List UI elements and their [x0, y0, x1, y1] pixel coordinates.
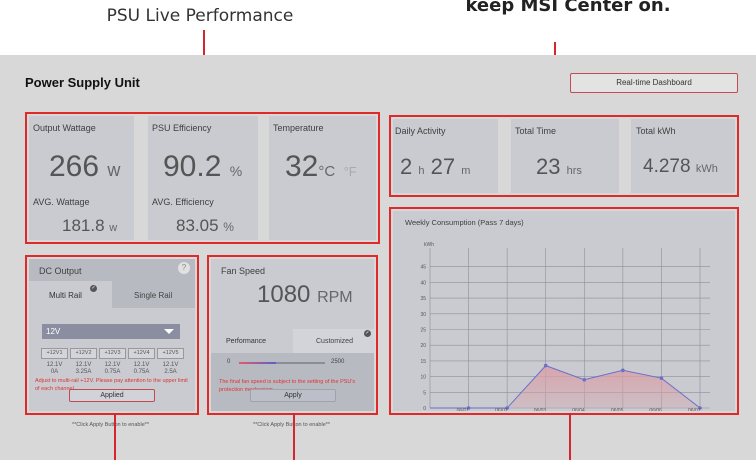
- total-kwh-card: Total kWh 4.278 kWh: [631, 119, 735, 193]
- fan-speed-slider-fill: [239, 362, 277, 364]
- output-wattage-label: Output Wattage: [33, 123, 96, 133]
- rail-current: 0.75A: [104, 369, 121, 375]
- series-area: [430, 365, 700, 408]
- y-tick-label: 15: [420, 359, 426, 365]
- avg-wattage-label: AVG. Wattage: [33, 197, 90, 207]
- x-tick-label: 06/02: [495, 408, 508, 411]
- fan-speed-value: 1080 RPM: [257, 281, 353, 308]
- y-tick-label: 20: [420, 343, 426, 349]
- rail-select[interactable]: 12V: [42, 324, 180, 339]
- temperature-value: 32°C °F: [285, 150, 357, 183]
- temperature-card: Temperature 32°C °F: [269, 116, 376, 240]
- rail-button[interactable]: +12V2: [70, 348, 97, 359]
- check-icon: ✓: [364, 330, 371, 337]
- rail-current: 3.25A: [75, 369, 92, 375]
- output-wattage-card: Output Wattage 266 w AVG. Wattage 181.8 …: [29, 116, 134, 240]
- rail-voltage: 12.1V: [133, 362, 150, 368]
- y-tick-label: 5: [423, 390, 426, 396]
- total-kwh-label: Total kWh: [636, 126, 676, 136]
- callout-live-performance: PSU Live Performance: [106, 6, 294, 26]
- daily-activity-label: Daily Activity: [395, 126, 446, 136]
- temperature-label: Temperature: [273, 123, 324, 133]
- tab-single-rail[interactable]: Single Rail: [112, 281, 195, 308]
- total-time-label: Total Time: [515, 126, 557, 136]
- rail-voltage: 12.1V: [46, 362, 63, 368]
- psu-efficiency-card: PSU Efficiency 90.2 % AVG. Efficiency 83…: [148, 116, 258, 240]
- x-tick-label: 06/07: [688, 408, 701, 411]
- y-tick-label: 40: [420, 280, 426, 286]
- x-tick-label: 06/01: [457, 408, 470, 411]
- data-point-06/05: [621, 368, 625, 373]
- weekly-consumption-chart: 0 5 10 15 20 25 30 35 40 45 kWh 06/01 06/02 06/03 06/0…: [420, 242, 710, 411]
- data-point-06/03: [543, 363, 548, 368]
- y-tick-label: 10: [420, 375, 426, 381]
- fan-speed-slider[interactable]: [239, 362, 325, 364]
- y-tick-label: 25: [420, 328, 426, 334]
- help-icon[interactable]: ?: [178, 262, 190, 274]
- rail-voltage: 12.1V: [104, 362, 121, 368]
- rail-current: 2.5A: [164, 369, 177, 375]
- x-tick-label: 06/03: [534, 408, 547, 411]
- rail-button[interactable]: +12V4: [128, 348, 155, 359]
- tab-customized-label: Customized: [316, 338, 353, 345]
- rail-button[interactable]: +12V1: [41, 348, 68, 359]
- daily-activity-value: 2 h 27 m: [400, 154, 471, 179]
- x-tick-label: 06/04: [572, 408, 585, 411]
- y-tick-label: 30: [420, 312, 426, 318]
- tab-customized[interactable]: Customized ✓: [293, 329, 374, 353]
- tab-performance-label: Performance: [226, 338, 267, 345]
- dc-output-title: DC Output: [39, 266, 82, 276]
- dc-footnote: **Click Apply Button to enable**: [72, 422, 150, 428]
- chevron-down-icon: [164, 329, 174, 334]
- total-time-card: Total Time 23 hrs: [511, 119, 619, 193]
- callout-line-chart: [569, 413, 571, 460]
- rail-select-value: 12V: [46, 327, 61, 336]
- weekly-chart-card: Weekly Consumption (Pass 7 days) 0 5 10 15 2…: [393, 211, 735, 411]
- total-time-value: 23 hrs: [536, 154, 582, 179]
- page-title: Power Supply Unit: [25, 75, 140, 90]
- applied-button[interactable]: Applied: [69, 389, 155, 402]
- tab-performance[interactable]: Performance: [211, 329, 293, 353]
- total-kwh-value: 4.278 kWh: [643, 156, 718, 177]
- tab-multi-rail-label: Multi Rail: [49, 291, 82, 300]
- y-tick-label: 0: [423, 406, 426, 411]
- slider-max-label: 2500: [331, 359, 345, 365]
- rail-button[interactable]: +12V3: [99, 348, 126, 359]
- rail-voltage: 12.1V: [162, 362, 179, 368]
- callout-msi-center: keep MSI Center on.: [380, 0, 756, 24]
- celsius-toggle[interactable]: °C: [318, 163, 335, 180]
- psu-efficiency-value: 90.2 %: [163, 150, 243, 183]
- rail-button[interactable]: +12V5: [157, 348, 184, 359]
- apply-button[interactable]: Apply: [250, 389, 336, 402]
- avg-efficiency-label: AVG. Efficiency: [152, 197, 214, 207]
- y-tick-label: 45: [420, 265, 426, 271]
- tab-multi-rail[interactable]: Multi Rail ✓: [29, 281, 112, 308]
- avg-wattage-value: 181.8 w: [62, 216, 118, 235]
- y-axis-label: kWh: [424, 242, 434, 248]
- output-wattage-value: 266 w: [49, 150, 121, 183]
- fahrenheit-toggle[interactable]: °F: [344, 164, 357, 179]
- rail-current: 0.75A: [133, 369, 150, 375]
- avg-efficiency-value: 83.05 %: [176, 216, 234, 235]
- realtime-dashboard-button[interactable]: Real-time Dashboard: [570, 73, 738, 93]
- rail-current: 0A: [50, 369, 59, 375]
- x-tick-label: 06/06: [649, 408, 662, 411]
- callout-line-dc: [114, 413, 116, 460]
- rail-voltage: 12.1V: [75, 362, 92, 368]
- data-point-06/04: [582, 377, 587, 382]
- slider-min-label: 0: [227, 359, 231, 365]
- callout-msi-center-text: keep MSI Center on.: [465, 0, 671, 16]
- y-tick-label: 35: [420, 296, 426, 302]
- check-icon: ✓: [90, 285, 97, 292]
- fan-title: Fan Speed: [221, 266, 266, 276]
- daily-activity-card: Daily Activity 2 h 27 m: [393, 119, 498, 193]
- callout-line-fan: [293, 413, 295, 460]
- x-tick-label: 06/05: [611, 408, 624, 411]
- psu-efficiency-label: PSU Efficiency: [152, 123, 212, 133]
- data-point-06/06: [659, 376, 664, 380]
- fan-footnote: **Click Apply Button to enable**: [253, 422, 331, 428]
- tab-single-rail-label: Single Rail: [134, 291, 173, 300]
